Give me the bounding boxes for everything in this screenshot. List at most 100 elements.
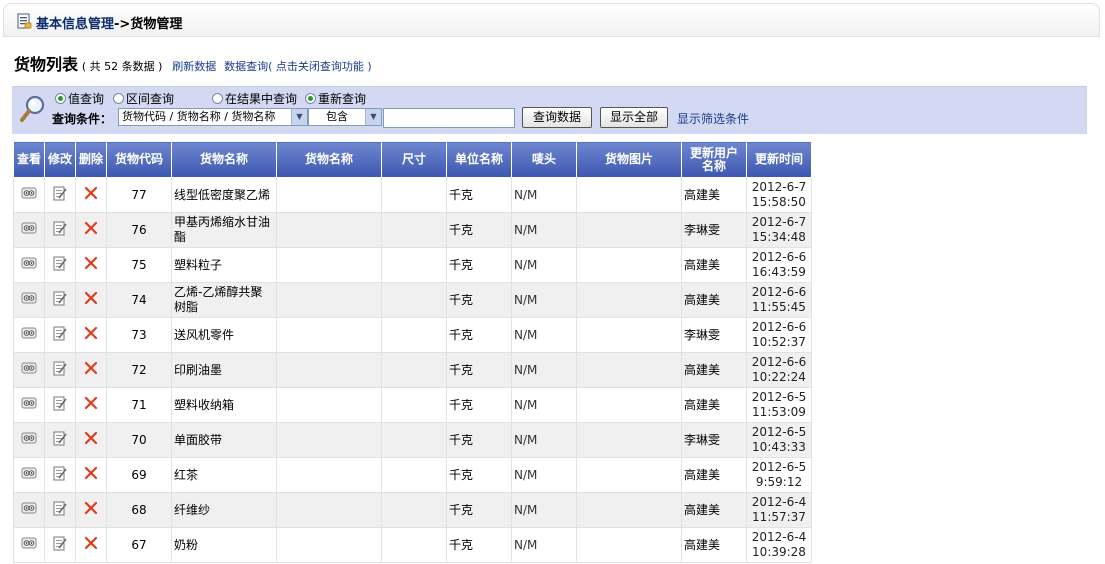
view-icon[interactable] <box>21 361 37 379</box>
radio-in-result-query[interactable]: 在结果中查询 <box>212 90 297 107</box>
operator-select[interactable]: 包含 ▼ <box>308 108 382 126</box>
table-header-row: 查看 修改 删除 货物代码 货物名称 货物名称 尺寸 单位名称 唛头 货物图片 更新用户名称 更新时间 <box>13 141 812 178</box>
name-cell: 线型低密度聚乙烯 <box>171 177 277 213</box>
time-cell: 2012-6-5 11:53:09 <box>746 387 812 423</box>
update-time: 9:59:12 <box>755 475 803 489</box>
delete-cell <box>75 247 107 283</box>
breadcrumb-parent-link[interactable]: 基本信息管理 <box>36 17 114 32</box>
radio-new-query[interactable]: 重新查询 <box>305 90 366 107</box>
edit-icon[interactable] <box>53 501 67 520</box>
view-icon[interactable] <box>21 501 37 519</box>
update-time: 10:52:37 <box>752 335 806 349</box>
update-date: 2012-6-7 <box>751 215 807 229</box>
delete-icon[interactable] <box>84 501 98 519</box>
toggle-query-link[interactable]: ( 点击关闭查询功能 ) <box>268 60 372 73</box>
time-cell: 2012-6-6 11:55:45 <box>746 282 812 318</box>
delete-icon[interactable] <box>84 256 98 274</box>
show-filter-link[interactable]: 显示筛选条件 <box>677 110 749 127</box>
header-col-user: 更新用户名称 <box>681 141 747 178</box>
chevron-down-icon[interactable]: ▼ <box>291 109 307 125</box>
radio-button[interactable] <box>212 93 223 104</box>
name-cell: 纤维纱 <box>171 492 277 528</box>
view-icon[interactable] <box>21 256 37 274</box>
edit-icon[interactable] <box>53 291 67 310</box>
edit-icon[interactable] <box>53 396 67 415</box>
size-cell <box>381 422 447 458</box>
name-cell: 红茶 <box>171 457 277 493</box>
show-all-button[interactable]: 显示全部 <box>600 107 668 128</box>
edit-icon[interactable] <box>53 361 67 380</box>
image-cell <box>576 457 682 493</box>
edit-icon[interactable] <box>53 466 67 485</box>
view-icon[interactable] <box>21 326 37 344</box>
edit-cell <box>44 352 76 388</box>
edit-icon[interactable] <box>53 221 67 240</box>
time-cell: 2012-6-7 15:58:50 <box>746 177 812 213</box>
mark-cell: N/M <box>511 177 577 213</box>
name2-cell <box>276 492 382 528</box>
unit-cell: 千克 <box>446 247 512 283</box>
delete-icon[interactable] <box>84 361 98 379</box>
radio-button[interactable] <box>55 93 66 104</box>
view-cell <box>13 387 45 423</box>
mark-cell: N/M <box>511 212 577 248</box>
delete-icon[interactable] <box>84 431 98 449</box>
delete-icon[interactable] <box>84 466 98 484</box>
view-cell <box>13 422 45 458</box>
delete-icon[interactable] <box>84 221 98 239</box>
user-cell: 高建美 <box>681 457 747 493</box>
edit-icon[interactable] <box>53 186 67 205</box>
delete-icon[interactable] <box>84 396 98 414</box>
name2-cell <box>276 422 382 458</box>
delete-cell <box>75 457 107 493</box>
update-time: 15:34:48 <box>752 230 806 244</box>
edit-cell <box>44 527 76 563</box>
view-cell <box>13 317 45 353</box>
field-select[interactable]: 货物代码 / 货物名称 / 货物名称 ▼ <box>118 108 308 126</box>
update-time: 16:43:59 <box>752 265 806 279</box>
query-link[interactable]: 数据查询 <box>224 60 268 73</box>
mark-cell: N/M <box>511 282 577 318</box>
size-cell <box>381 387 447 423</box>
refresh-link[interactable]: 刷新数据 <box>172 60 216 73</box>
name2-cell <box>276 387 382 423</box>
table-row: 74 乙烯-乙烯醇共聚树脂 千克 N/M 高建美 2012-6-6 11:55:45 <box>13 282 812 318</box>
view-icon[interactable] <box>21 396 37 414</box>
view-cell <box>13 247 45 283</box>
view-icon[interactable] <box>21 431 37 449</box>
update-date: 2012-6-5 <box>751 390 807 404</box>
image-cell <box>576 247 682 283</box>
query-value-input[interactable] <box>383 108 515 128</box>
code-cell: 68 <box>106 492 172 528</box>
chevron-down-icon[interactable]: ▼ <box>365 109 381 125</box>
query-button[interactable]: 查询数据 <box>522 107 592 128</box>
name2-cell <box>276 527 382 563</box>
radio-value-query[interactable]: 值查询 <box>55 90 104 107</box>
edit-cell <box>44 492 76 528</box>
radio-range-query[interactable]: 区间查询 <box>113 90 174 107</box>
view-icon[interactable] <box>21 291 37 309</box>
edit-icon[interactable] <box>53 326 67 345</box>
view-icon[interactable] <box>21 536 37 554</box>
edit-cell <box>44 457 76 493</box>
unit-cell: 千克 <box>446 492 512 528</box>
view-icon[interactable] <box>21 186 37 204</box>
name-cell: 送风机零件 <box>171 317 277 353</box>
delete-icon[interactable] <box>84 186 98 204</box>
radio-button[interactable] <box>113 93 124 104</box>
code-cell: 67 <box>106 527 172 563</box>
view-icon[interactable] <box>21 221 37 239</box>
size-cell <box>381 282 447 318</box>
delete-cell <box>75 317 107 353</box>
edit-icon[interactable] <box>53 431 67 450</box>
edit-icon[interactable] <box>53 536 67 555</box>
view-icon[interactable] <box>21 466 37 484</box>
image-cell <box>576 212 682 248</box>
radio-button[interactable] <box>305 93 316 104</box>
delete-icon[interactable] <box>84 291 98 309</box>
image-cell <box>576 492 682 528</box>
delete-icon[interactable] <box>84 326 98 344</box>
edit-icon[interactable] <box>53 256 67 275</box>
page-title: 货物列表 <box>14 55 79 74</box>
delete-icon[interactable] <box>84 536 98 554</box>
